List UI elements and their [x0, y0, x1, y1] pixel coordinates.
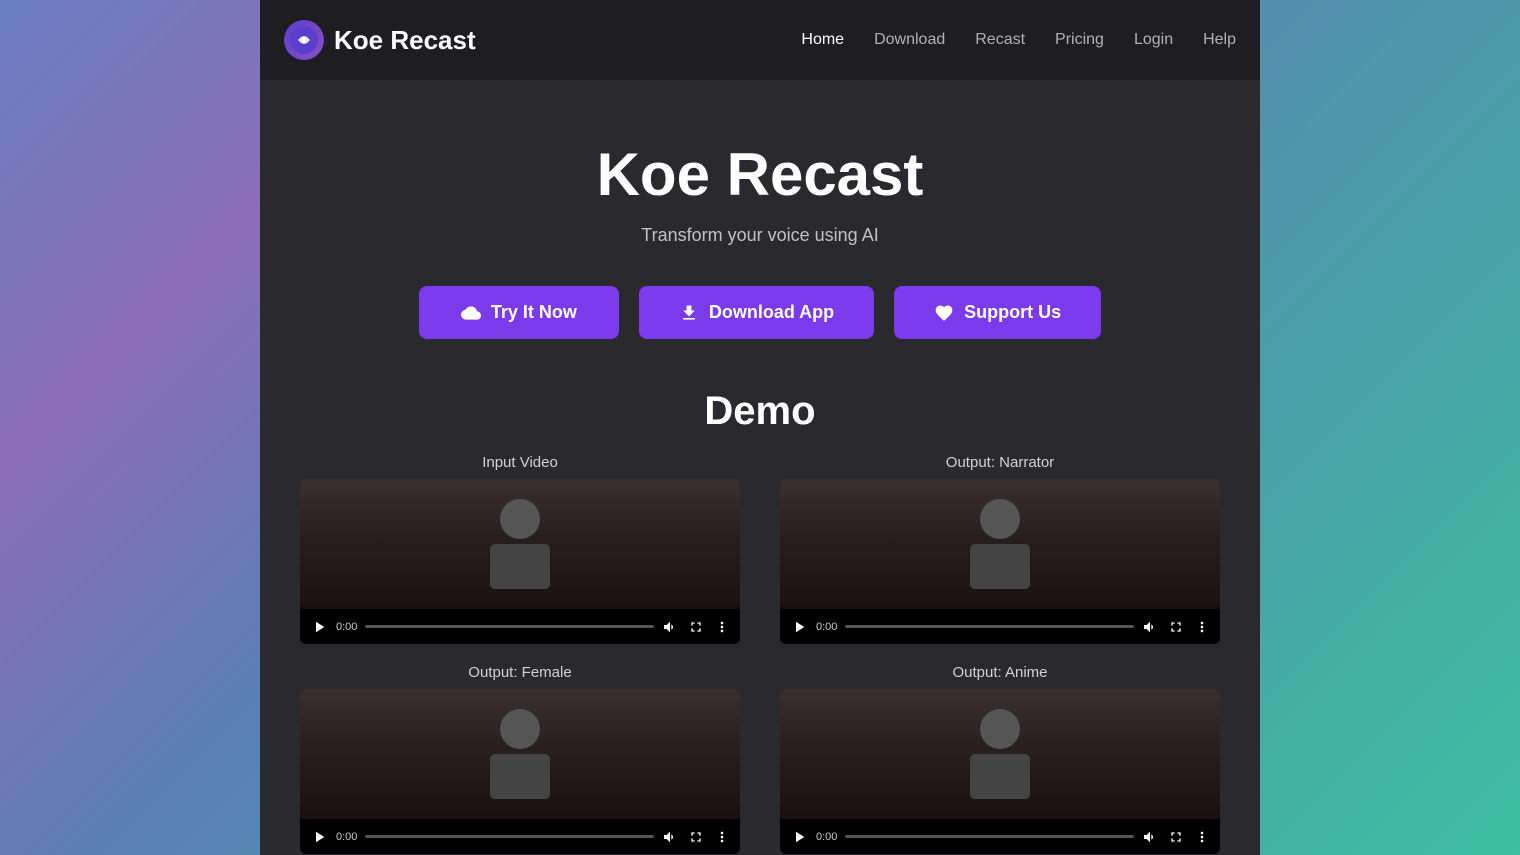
nav-login[interactable]: Login — [1134, 31, 1173, 49]
progress-bar-3[interactable] — [365, 835, 654, 838]
fullscreen-icon[interactable] — [688, 619, 704, 635]
page-wrapper: Koe Recast Home Download Recast Pricing … — [260, 0, 1260, 855]
person-figure-2 — [940, 484, 1060, 604]
video-player-anime[interactable]: 0:00 — [780, 689, 1220, 854]
try-now-button[interactable]: Try It Now — [419, 286, 619, 339]
volume-icon-3[interactable] — [662, 829, 678, 845]
video-frame-anime — [780, 689, 1220, 819]
play-icon-4[interactable] — [790, 828, 808, 846]
time-display: 0:00 — [336, 621, 357, 633]
ctrl-icons — [662, 619, 730, 635]
video-player-input[interactable]: 0:00 — [300, 479, 740, 644]
video-controls-anime: 0:00 — [780, 819, 1220, 854]
download-icon — [679, 303, 699, 323]
video-label-input: Input Video — [482, 454, 558, 471]
logo-icon — [284, 20, 324, 60]
volume-icon[interactable] — [662, 619, 678, 635]
video-player-female[interactable]: 0:00 — [300, 689, 740, 854]
more-icon-2[interactable] — [1194, 619, 1210, 635]
nav-links: Home Download Recast Pricing Login Help — [801, 31, 1236, 49]
video-frame-female — [300, 689, 740, 819]
ctrl-icons-2 — [1142, 619, 1210, 635]
video-controls-input: 0:00 — [300, 609, 740, 644]
play-icon-2[interactable] — [790, 618, 808, 636]
fullscreen-icon-4[interactable] — [1168, 829, 1184, 845]
time-display-3: 0:00 — [336, 831, 357, 843]
more-icon-4[interactable] — [1194, 829, 1210, 845]
fullscreen-icon-3[interactable] — [688, 829, 704, 845]
video-controls-narrator: 0:00 — [780, 609, 1220, 644]
logo-area[interactable]: Koe Recast — [284, 20, 476, 60]
video-frame-input — [300, 479, 740, 609]
volume-icon-4[interactable] — [1142, 829, 1158, 845]
nav-recast[interactable]: Recast — [975, 31, 1025, 49]
navbar: Koe Recast Home Download Recast Pricing … — [260, 0, 1260, 80]
nav-home[interactable]: Home — [801, 31, 844, 49]
cloud-icon — [461, 303, 481, 323]
hero-title: Koe Recast — [597, 140, 924, 209]
fullscreen-icon-2[interactable] — [1168, 619, 1184, 635]
play-icon-3[interactable] — [310, 828, 328, 846]
video-controls-female: 0:00 — [300, 819, 740, 854]
person-figure-3 — [460, 694, 580, 814]
hero-subtitle: Transform your voice using AI — [641, 225, 878, 246]
person-figure-4 — [940, 694, 1060, 814]
play-icon[interactable] — [310, 618, 328, 636]
progress-bar[interactable] — [365, 625, 654, 628]
time-display-4: 0:00 — [816, 831, 837, 843]
person-figure — [460, 484, 580, 604]
nav-download[interactable]: Download — [874, 31, 945, 49]
ctrl-icons-4 — [1142, 829, 1210, 845]
progress-bar-2[interactable] — [845, 625, 1134, 628]
nav-help[interactable]: Help — [1203, 31, 1236, 49]
video-label-female: Output: Female — [468, 664, 571, 681]
demo-section: Demo Input Video — [260, 379, 1260, 855]
heart-icon — [934, 303, 954, 323]
progress-bar-4[interactable] — [845, 835, 1134, 838]
video-grid: Input Video 0:00 — [300, 454, 1220, 854]
hero-section: Koe Recast Transform your voice using AI… — [260, 80, 1260, 379]
video-item-input: Input Video 0:00 — [300, 454, 740, 644]
video-player-narrator[interactable]: 0:00 — [780, 479, 1220, 644]
time-display-2: 0:00 — [816, 621, 837, 633]
nav-pricing[interactable]: Pricing — [1055, 31, 1104, 49]
more-icon-3[interactable] — [714, 829, 730, 845]
video-frame-narrator — [780, 479, 1220, 609]
volume-icon-2[interactable] — [1142, 619, 1158, 635]
demo-title: Demo — [300, 389, 1220, 434]
hero-buttons: Try It Now Download App Support Us — [419, 286, 1101, 339]
download-app-button[interactable]: Download App — [639, 286, 874, 339]
video-item-narrator: Output: Narrator 0:00 — [780, 454, 1220, 644]
more-icon[interactable] — [714, 619, 730, 635]
ctrl-icons-3 — [662, 829, 730, 845]
video-label-anime: Output: Anime — [952, 664, 1047, 681]
brand-name: Koe Recast — [334, 25, 476, 56]
video-item-anime: Output: Anime 0:00 — [780, 664, 1220, 854]
video-label-narrator: Output: Narrator — [946, 454, 1054, 471]
support-us-button[interactable]: Support Us — [894, 286, 1101, 339]
video-item-female: Output: Female 0:00 — [300, 664, 740, 854]
